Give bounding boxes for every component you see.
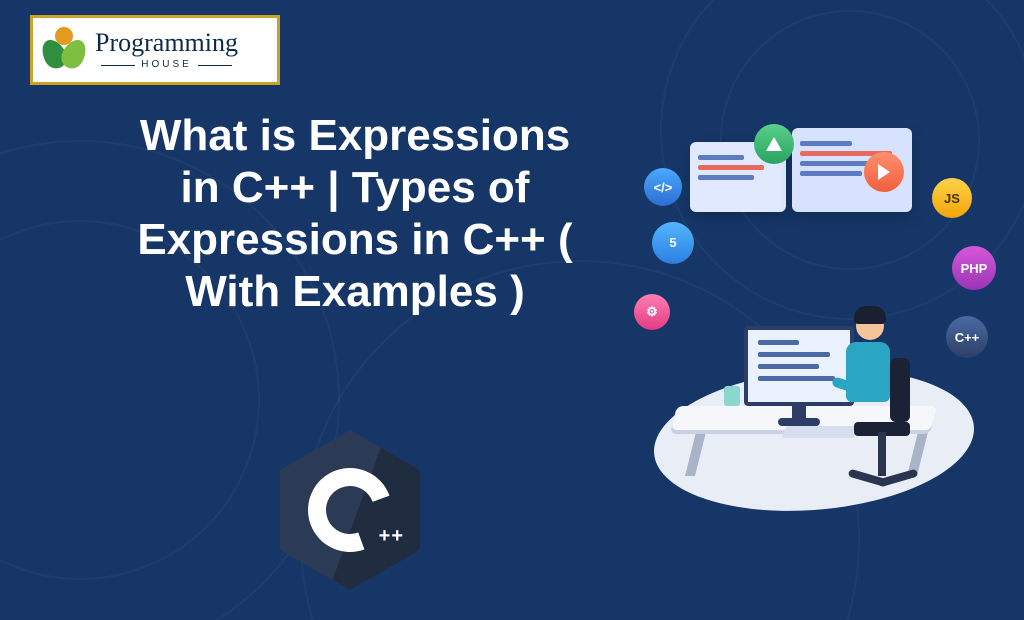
- code-brackets-icon: </>: [644, 168, 682, 206]
- chair-pole: [878, 432, 886, 476]
- person-hair: [854, 306, 886, 324]
- gear-icon: ⚙: [634, 294, 670, 330]
- page-title: What is Expressions in C++ | Types of Ex…: [120, 110, 590, 318]
- hero-banner: Programming HOUSE What is Expressions in…: [0, 0, 1024, 620]
- logo-subtitle: HOUSE: [141, 60, 192, 70]
- css-icon: [754, 124, 794, 164]
- hexagon-icon: ++: [280, 430, 420, 590]
- cpp-logo-badge: ++: [280, 430, 420, 590]
- js-icon: JS: [932, 178, 972, 218]
- plus-plus-label: ++: [379, 525, 404, 548]
- keyboard-icon: [782, 426, 858, 438]
- person-torso: [846, 342, 890, 402]
- monitor-base: [778, 418, 820, 426]
- logo-text: Programming HOUSE: [95, 30, 238, 70]
- cup-icon: [724, 386, 740, 406]
- monitor-icon: [744, 326, 854, 406]
- cpp-bubble-icon: C++: [946, 316, 988, 358]
- letter-c-icon: [294, 454, 406, 566]
- html5-icon: 5: [652, 222, 694, 264]
- logo-title: Programming: [95, 30, 238, 56]
- site-logo[interactable]: Programming HOUSE: [30, 15, 280, 85]
- play-icon: [864, 152, 904, 192]
- chair-back: [890, 358, 910, 422]
- programmer-illustration: </> 5 ⚙ JS PHP C++: [634, 120, 994, 540]
- php-icon: PHP: [952, 246, 996, 290]
- logo-icon: [41, 27, 87, 73]
